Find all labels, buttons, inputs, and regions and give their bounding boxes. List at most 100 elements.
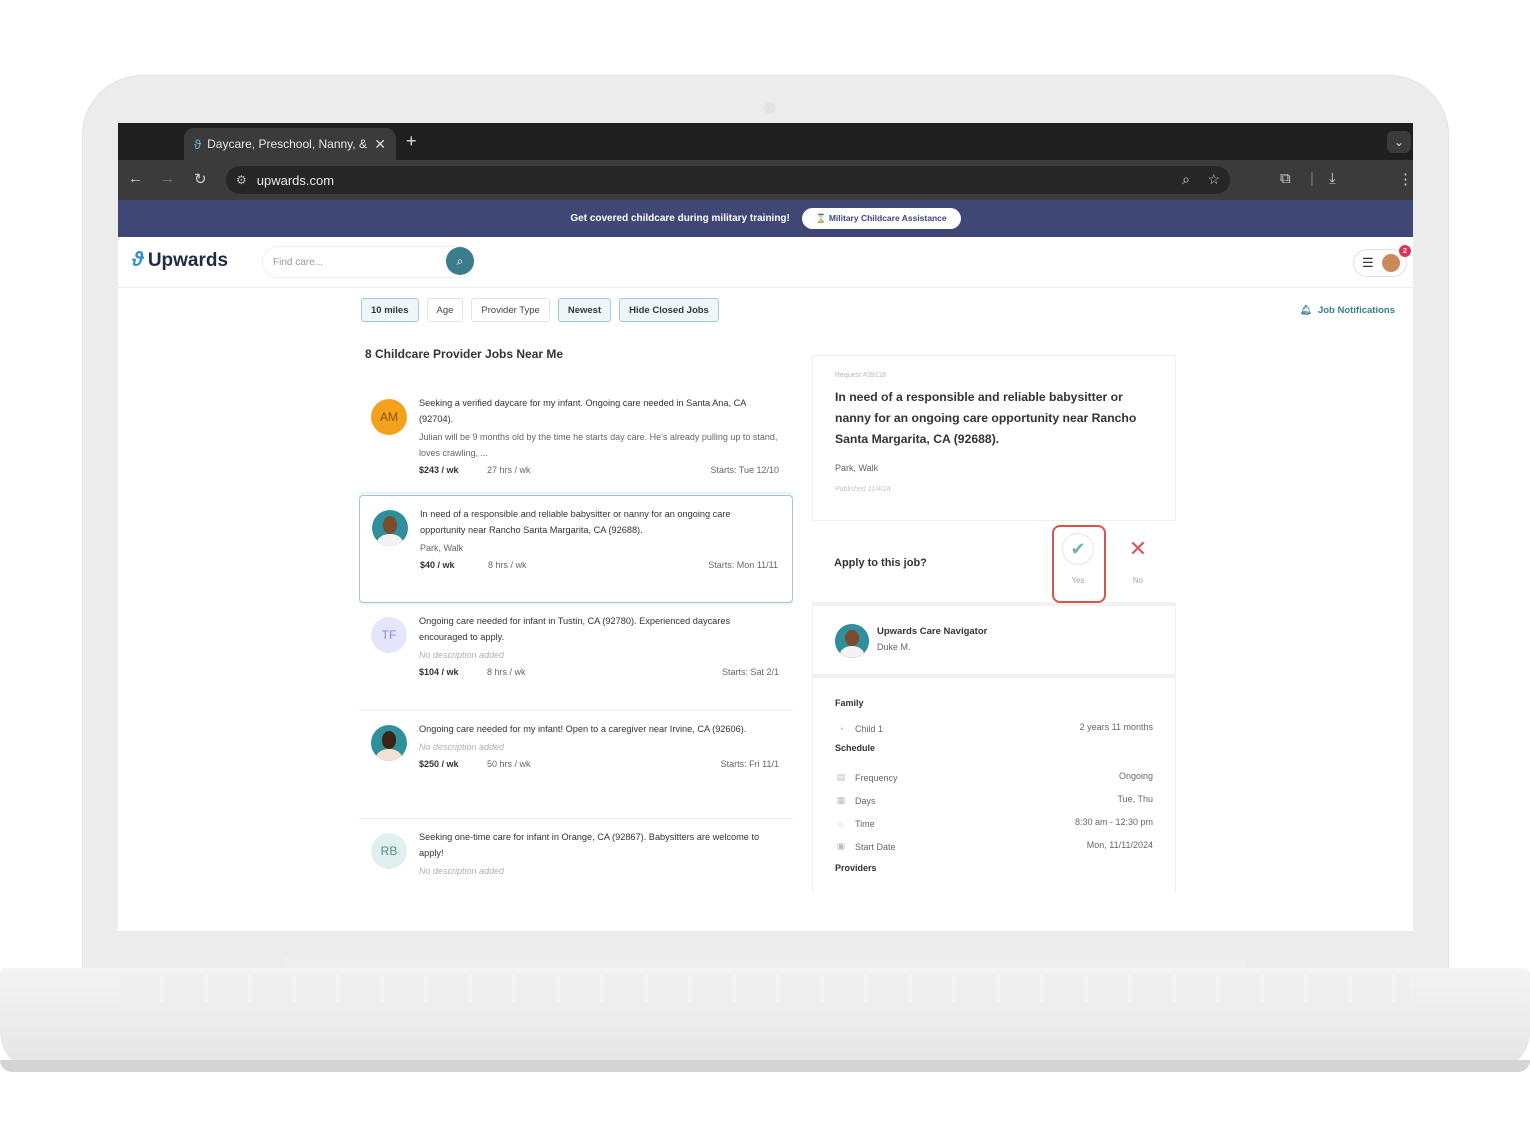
time-label: Time [855,818,875,829]
apply-yes-button[interactable]: ✔ [1062,533,1094,565]
reload-icon[interactable]: ↻ [194,170,207,188]
download-icon[interactable]: ⤓ [1329,170,1336,187]
job-start: Starts: Mon 11/11 [708,560,778,570]
bookmark-star-icon[interactable]: ☆ [1207,171,1220,188]
upwards-logo-icon: ϑ [132,249,144,271]
job-title: Ongoing care needed for my infant! Open … [419,724,747,734]
extensions-puzzle-icon[interactable]: ⧉ [1280,170,1291,187]
filter-provider-type[interactable]: Provider Type [471,298,550,322]
logo-text: Upwards [147,249,229,271]
close-x-icon: ✕ [1128,536,1148,561]
frequency-icon: ▤ [836,772,846,782]
job-meta: $104 / wk 8 hrs / wk Starts: Sat 2/1 [419,667,779,677]
job-hours: 8 hrs / wk [488,560,527,570]
job-hours: 50 hrs / wk [487,759,531,769]
job-avatar-photo [371,725,407,761]
apply-row: Apply to this job? ✔ Yes ✕ No [812,520,1176,606]
providers-heading: Providers [835,863,877,873]
job-detail-panel[interactable]: Request #39118 In need of a responsible … [812,355,1176,893]
job-rate: $40 / wk [420,560,455,570]
job-notifications-label: Job Notifications [1317,305,1395,316]
request-published-date: Published 11/4/24 [835,486,891,493]
job-description: Park, Walk [420,543,464,553]
job-title: Ongoing care needed for infant in Tustin… [419,616,731,642]
days-label: Days [855,795,876,806]
job-start: Starts: Tue 12/10 [710,465,779,475]
job-hours: 8 hrs / wk [487,667,526,677]
frequency-value: Ongoing [1118,771,1153,781]
family-heading: Family [835,698,864,708]
job-card[interactable]: RB Seeking one-time care for infant in O… [359,819,793,893]
job-title: Seeking one-time care for infant in Oran… [419,832,760,858]
start-date-row: ▣ Start Date Mon, 11/11/2024 [835,840,1153,853]
hourglass-icon: ⌛ [815,213,829,223]
clock-icon: ○ [838,818,844,829]
calendar-start-icon: ▣ [836,841,846,851]
days-value: Tue, Thu [1117,794,1153,804]
job-start: Starts: Sat 2/1 [721,667,779,677]
search-placeholder: Find care... [273,256,324,268]
job-notifications-link[interactable]: 🔔︎ Job Notifications [1300,305,1395,316]
close-tab-icon[interactable]: ✕ [374,136,386,153]
navigator-avatar [835,624,869,658]
job-meta: $40 / wk 8 hrs / wk Starts: Mon 11/11 [420,560,778,570]
job-meta: $243 / wk 27 hrs / wk Starts: Tue 12/10 [419,465,779,475]
frequency-row: ▤ Frequency Ongoing [835,771,1153,784]
search-icon: ⌕ [456,253,464,268]
job-card[interactable]: Ongoing care needed for my infant! Open … [359,711,793,819]
calendar-icon: ▦ [836,795,846,805]
upwards-favicon-icon: ϑ [194,136,202,152]
child-label: Child 1 [855,723,884,734]
address-bar[interactable]: ⚙ upwards.com ⌕ ☆ [226,166,1230,194]
job-card[interactable]: TF Ongoing care needed for infant in Tus… [359,603,793,711]
promo-text: Get covered childcare during military tr… [570,213,790,224]
laptop-screen: ϑ Daycare, Preschool, Nanny, & ✕ + ⌄ ← →… [118,123,1413,931]
job-card-selected[interactable]: In need of a responsible and reliable ba… [359,495,793,603]
job-avatar-photo [372,510,408,546]
site-settings-icon[interactable]: ⚙ [236,173,247,187]
zoom-icon[interactable]: ⌕ [1182,171,1190,188]
filter-age[interactable]: Age [426,298,464,322]
child-age: 2 years 11 months [1079,722,1153,732]
hamburger-menu-icon: ☰ [1362,255,1374,270]
back-arrow-icon[interactable]: ← [128,170,143,187]
find-care-input[interactable]: Find care... [262,246,474,278]
forward-arrow-icon[interactable]: → [160,170,175,187]
job-list[interactable]: AM Seeking a verified daycare for my inf… [359,385,793,893]
child-row: ◔ Child 1 2 years 11 months [835,722,1153,735]
job-card[interactable]: AM Seeking a verified daycare for my inf… [359,385,793,493]
job-hours: 27 hrs / wk [487,465,531,475]
checkmark-icon: ✔ [1070,538,1086,559]
job-description: Julian will be 9 months old by the time … [419,432,778,458]
job-start: Starts: Fri 11/1 [720,759,779,769]
request-id: Request #39118 [835,372,886,379]
frequency-label: Frequency [855,772,898,783]
job-description: No description added [419,866,505,876]
filter-hide-closed-jobs[interactable]: Hide Closed Jobs [619,298,719,322]
tab-search-chevron-icon[interactable]: ⌄ [1387,131,1411,153]
search-button[interactable]: ⌕ [446,247,474,275]
job-meta: $250 / wk 50 hrs / wk Starts: Fri 11/1 [419,759,779,769]
filter-distance[interactable]: 10 miles [361,298,419,322]
browser-tab[interactable]: ϑ Daycare, Preschool, Nanny, & ✕ [184,128,396,160]
military-childcare-button[interactable]: ⌛ Military Childcare Assistance [801,208,961,229]
new-tab-icon[interactable]: + [406,131,417,152]
navigator-title: Upwards Care Navigator [877,626,988,637]
job-title: Seeking a verified daycare for my infant… [419,398,746,424]
laptop-camera [764,102,776,114]
browser-menu-icon[interactable]: ⋮ [1398,170,1413,188]
user-avatar [1381,254,1400,272]
tab-title: Daycare, Preschool, Nanny, & [207,137,367,151]
apply-no-button[interactable]: ✕ [1122,533,1154,565]
child-icon: ◔ [838,723,844,734]
job-description: No description added [419,650,505,660]
job-avatar-initials: AM [371,399,407,435]
filter-newest[interactable]: Newest [557,298,612,322]
request-title: In need of a responsible and reliable ba… [835,390,1137,446]
laptop-base-edge [0,1060,1530,1072]
upwards-logo[interactable]: ϑ Upwards [132,249,228,272]
job-rate: $243 / wk [419,465,459,475]
url-text: upwards.com [256,172,335,188]
filter-bar: 10 miles Age Provider Type Newest Hide C… [361,298,719,322]
job-avatar-initials: TF [371,617,407,653]
